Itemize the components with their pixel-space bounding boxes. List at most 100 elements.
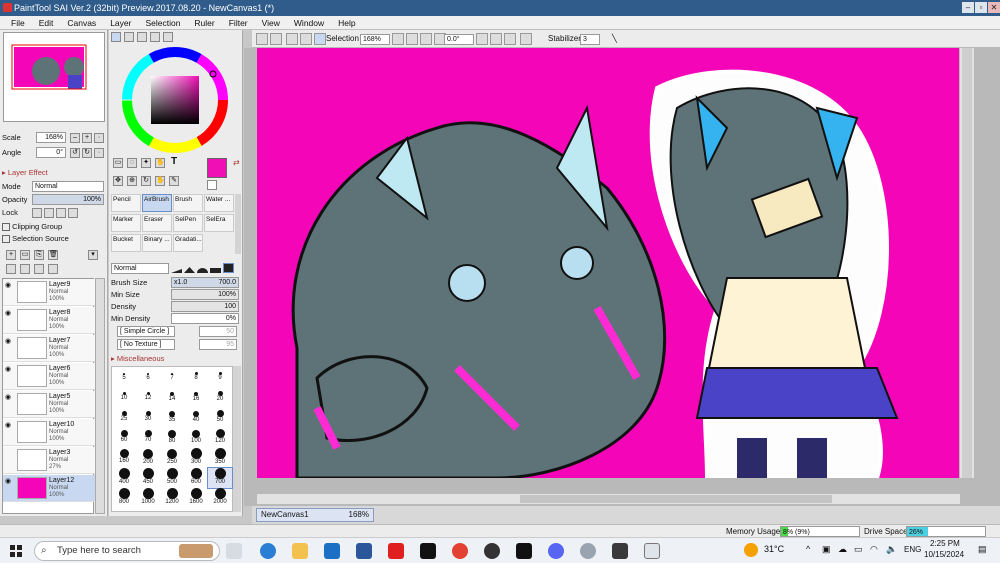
- brush-size-preset[interactable]: 200: [136, 448, 160, 468]
- notification-icon[interactable]: ▤: [978, 544, 987, 555]
- brush-size-preset[interactable]: 100: [184, 428, 208, 448]
- color-wheel-tab[interactable]: [111, 32, 121, 42]
- tray-chevron-icon[interactable]: ^: [806, 544, 810, 554]
- swatches-tab[interactable]: [163, 32, 173, 42]
- eye-icon[interactable]: ◉: [5, 337, 14, 346]
- brush-size-preset[interactable]: 25: [112, 408, 136, 428]
- brush-size-preset[interactable]: 450: [136, 468, 160, 488]
- menu-edit[interactable]: Edit: [38, 16, 55, 29]
- show-selection-icon[interactable]: [314, 33, 326, 45]
- brush-size-preset[interactable]: 7: [160, 368, 184, 388]
- rotate-left-button[interactable]: ↺: [70, 148, 80, 158]
- density-field[interactable]: 100: [171, 301, 239, 312]
- selection-source-checkbox[interactable]: [2, 235, 10, 244]
- angle-field[interactable]: 0°: [36, 147, 66, 158]
- edge-option-2[interactable]: [184, 267, 195, 273]
- texture-select[interactable]: [ No Texture ]: [117, 339, 175, 350]
- brush-size-field[interactable]: x1.0 700.0: [171, 277, 239, 288]
- tool-eraser[interactable]: Eraser: [142, 214, 172, 232]
- windows-start-icon[interactable]: [10, 545, 22, 557]
- brush-size-preset[interactable]: 1600: [184, 488, 208, 508]
- brush-size-preset[interactable]: 10: [112, 388, 136, 408]
- battery-icon[interactable]: ▭: [854, 544, 863, 555]
- brush-size-preset[interactable]: 300: [184, 448, 208, 468]
- menu-filter[interactable]: Filter: [228, 16, 249, 29]
- ibispaint-icon[interactable]: [420, 543, 436, 559]
- opacity-slider[interactable]: 100%: [32, 194, 104, 205]
- volume-icon[interactable]: 🔈: [886, 544, 897, 555]
- edge-option-1[interactable]: [171, 269, 182, 273]
- layer-item[interactable]: ◉ Layer10 Normal 100%: [3, 419, 95, 446]
- pan-icon[interactable]: ✋: [155, 176, 165, 186]
- tool-pencil[interactable]: Pencil: [111, 194, 141, 212]
- lasso-icon[interactable]: ◌: [127, 158, 137, 168]
- word-icon[interactable]: [356, 543, 372, 559]
- clipping-checkbox[interactable]: [2, 223, 10, 232]
- menu-ruler[interactable]: Ruler: [193, 16, 215, 29]
- brush-size-preset[interactable]: 350: [208, 448, 232, 468]
- layer-item[interactable]: ◉ Layer6 Normal 100%: [3, 363, 95, 390]
- menu-selection[interactable]: Selection: [144, 16, 181, 29]
- brush-size-preset[interactable]: 6: [136, 368, 160, 388]
- hand-icon[interactable]: ✋: [155, 158, 165, 168]
- text-icon[interactable]: T: [169, 157, 179, 168]
- clipping-row[interactable]: Clipping Group: [2, 221, 106, 233]
- chrome-icon[interactable]: [452, 543, 468, 559]
- invert-selection-icon[interactable]: [300, 33, 312, 45]
- canvas-artwork[interactable]: [257, 48, 959, 478]
- rotation-field[interactable]: 0.0°: [444, 34, 474, 45]
- delete-layer-button[interactable]: 🗑: [48, 250, 58, 260]
- brush-size-preset[interactable]: 40: [184, 408, 208, 428]
- zoom-icon[interactable]: ⊕: [127, 176, 137, 186]
- redo-icon[interactable]: [270, 33, 282, 45]
- eyedropper-icon[interactable]: ✎: [169, 176, 179, 186]
- menu-file[interactable]: File: [10, 16, 26, 29]
- brush-size-preset[interactable]: 500: [160, 468, 184, 488]
- navigator-preview[interactable]: [3, 32, 105, 122]
- layer-scrollbar[interactable]: [95, 278, 105, 514]
- vertical-scroll-thumb[interactable]: [962, 48, 972, 478]
- move-icon[interactable]: ✥: [113, 176, 123, 186]
- min-density-field[interactable]: 0%: [171, 313, 239, 324]
- task-view-icon[interactable]: [226, 543, 242, 559]
- brush-size-preset[interactable]: 2000: [208, 488, 232, 508]
- tool-bucket[interactable]: Bucket: [111, 234, 141, 252]
- layer-effect-header[interactable]: ▸ Layer Effect: [2, 167, 106, 179]
- canvas-vertical-scrollbar[interactable]: [960, 48, 974, 478]
- undo-icon[interactable]: [256, 33, 268, 45]
- texture-strength[interactable]: 95: [199, 339, 237, 350]
- edge-option-4[interactable]: [210, 268, 221, 273]
- rotate-icon[interactable]: ↻: [141, 176, 151, 186]
- brush-size-preset[interactable]: 800: [112, 488, 136, 508]
- tool-selera[interactable]: SelEra: [204, 214, 234, 232]
- weather-temp[interactable]: 31°C: [764, 544, 784, 554]
- edge-icon[interactable]: [260, 543, 276, 559]
- brush-size-preset[interactable]: 12: [136, 388, 160, 408]
- layer-item[interactable]: Layer3 Normal 27%: [3, 447, 95, 474]
- shape-select[interactable]: [ Simple Circle ]: [117, 326, 175, 337]
- lock-position-button[interactable]: [44, 208, 54, 218]
- wifi-icon[interactable]: ◠: [870, 544, 878, 555]
- layer-item[interactable]: ◉ Layer9 Normal 100%: [3, 279, 95, 306]
- brush-size-preset[interactable]: 250: [160, 448, 184, 468]
- rotate-reset-icon[interactable]: [504, 33, 516, 45]
- clear-layer-button[interactable]: [20, 264, 30, 274]
- app-icon-generic[interactable]: [580, 543, 596, 559]
- taskbar-search[interactable]: ⌕ Type here to search: [34, 541, 220, 561]
- obs-icon[interactable]: [484, 543, 500, 559]
- tool-selpen[interactable]: SelPen: [173, 214, 203, 232]
- color-wheel[interactable]: [121, 46, 229, 154]
- zoom-reset-button[interactable]: ·: [94, 133, 104, 143]
- rotate-right-button[interactable]: ↻: [82, 148, 92, 158]
- eye-icon[interactable]: ◉: [5, 393, 14, 402]
- brush-mode-select[interactable]: Normal: [111, 263, 169, 274]
- brush-size-preset[interactable]: 60: [112, 428, 136, 448]
- youtube-icon[interactable]: [388, 543, 404, 559]
- horizontal-scroll-thumb[interactable]: [520, 495, 832, 503]
- rotate-ccw-icon[interactable]: [476, 33, 488, 45]
- mask-button[interactable]: [34, 264, 44, 274]
- tool-marker[interactable]: Marker: [111, 214, 141, 232]
- language-indicator[interactable]: ENG: [904, 545, 921, 554]
- magic-wand-icon[interactable]: ✦: [141, 158, 151, 168]
- zoom-field[interactable]: 168%: [360, 34, 390, 45]
